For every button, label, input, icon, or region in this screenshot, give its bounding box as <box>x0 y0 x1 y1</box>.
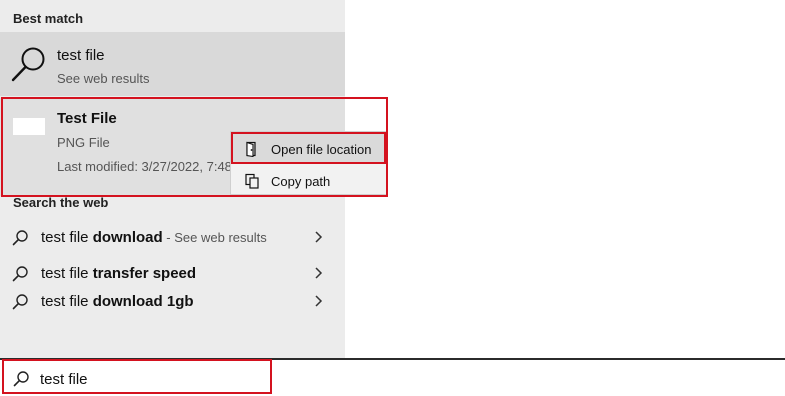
web-suggestion-item[interactable]: test file download - See web results <box>0 224 345 252</box>
chevron-right-icon <box>315 295 323 307</box>
search-the-web-header: Search the web <box>13 195 109 210</box>
file-modified: Last modified: 3/27/2022, 7:48 <box>57 159 232 174</box>
chevron-right-icon <box>315 231 323 243</box>
chevron-right-icon <box>315 267 323 279</box>
open-file-location-item[interactable]: Open file location <box>231 134 386 164</box>
file-type: PNG File <box>57 135 110 150</box>
preview-panel <box>345 0 785 358</box>
context-menu: Open file location Copy path <box>230 131 387 195</box>
copy-path-item[interactable]: Copy path <box>231 166 386 196</box>
search-icon <box>11 47 45 82</box>
search-icon <box>12 230 28 246</box>
web-suggestion-item[interactable]: test file transfer speed <box>0 260 345 288</box>
best-match-web-title: test file <box>57 47 105 64</box>
search-icon <box>13 371 29 387</box>
web-suggestion-text: test file download 1gb <box>41 293 194 310</box>
folder-location-icon <box>246 141 256 157</box>
image-thumbnail-icon <box>13 118 45 135</box>
copy-icon <box>245 173 259 189</box>
search-bar[interactable] <box>0 358 785 396</box>
web-suggestion-item[interactable]: test file download 1gb <box>0 288 345 316</box>
best-match-web-subtitle: See web results <box>57 71 150 86</box>
web-suggestion-text: test file download - See web results <box>41 229 267 246</box>
web-suggestion-text: test file transfer speed <box>41 265 197 282</box>
file-title: Test File <box>57 110 117 127</box>
copy-path-label: Copy path <box>271 174 331 189</box>
best-match-header: Best match <box>13 11 84 26</box>
best-match-web-result[interactable]: test file See web results <box>0 32 345 96</box>
search-icon <box>12 294 28 310</box>
search-icon <box>12 266 28 282</box>
search-input[interactable] <box>40 368 268 390</box>
open-file-location-label: Open file location <box>271 142 372 157</box>
